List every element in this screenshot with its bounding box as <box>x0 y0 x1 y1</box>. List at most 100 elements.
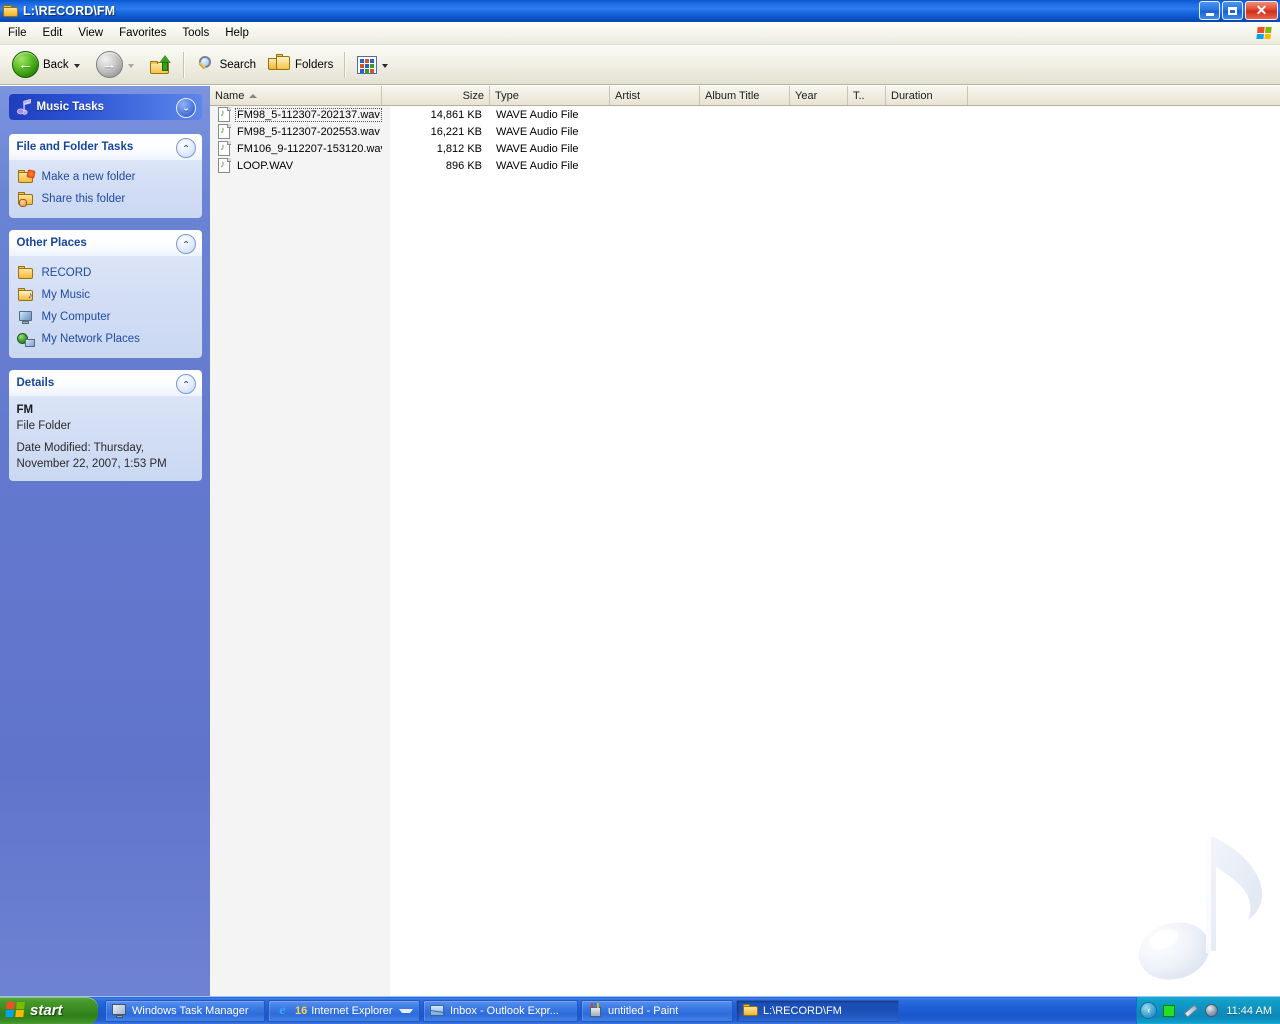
table-row[interactable]: ♪ FM106_9-112207-153120.wav 1,812 KB WAV… <box>210 140 1280 157</box>
folders-label: Folders <box>295 58 334 71</box>
cell-size: 896 KB <box>445 159 482 172</box>
menu-view[interactable]: View <box>70 25 111 41</box>
back-arrow-icon: ← <box>12 51 39 78</box>
maximize-button[interactable] <box>1222 1 1243 20</box>
explorer-window: L:\RECORD\FM ✕ File Edit View Favorites … <box>0 0 1280 1024</box>
file-list-pane[interactable]: Name Size Type Artist Album Title Year T… <box>210 86 1280 996</box>
column-header-size[interactable]: Size <box>382 86 490 105</box>
table-row[interactable]: ♪ FM98_5-112307-202137.wav 14,861 KB WAV… <box>210 106 1280 123</box>
speaker-icon[interactable] <box>1205 1003 1220 1018</box>
menu-file[interactable]: File <box>0 25 35 41</box>
views-icon <box>357 55 378 74</box>
internet-explorer-icon: e <box>279 1003 286 1018</box>
task-label: My Computer <box>41 311 111 323</box>
close-button[interactable]: ✕ <box>1245 1 1278 20</box>
panel-music-tasks: Music Tasks ⌄ <box>8 94 202 120</box>
column-header-artist[interactable]: Artist <box>610 86 700 105</box>
place-my-network-places[interactable]: My Network Places <box>16 329 194 349</box>
panel-other-places-header[interactable]: Other Places ⌃ <box>8 230 202 256</box>
taskbar-button-explorer-window[interactable]: L:\RECORD\FM <box>736 999 899 1022</box>
search-icon <box>196 55 216 75</box>
title-bar[interactable]: L:\RECORD\FM ✕ <box>0 0 1280 22</box>
music-note-watermark <box>1122 825 1272 990</box>
task-pane: Music Tasks ⌄ File and Folder Tasks ⌃ Ma… <box>0 86 210 996</box>
back-button[interactable]: ← Back <box>6 47 90 83</box>
panel-other-places: Other Places ⌃ RECORD ♪ My Music My Comp… <box>8 230 202 358</box>
panel-file-and-folder-tasks-body: Make a new folder Share this folder <box>8 160 202 218</box>
panel-other-places-title: Other Places <box>16 237 87 249</box>
task-make-a-new-folder[interactable]: Make a new folder <box>17 167 194 187</box>
toolbar-separator-2 <box>344 51 347 78</box>
task-share-this-folder[interactable]: Share this folder <box>17 189 194 209</box>
task-label: My Network Places <box>41 333 140 345</box>
details-modified-line1: Date Modified: Thursday, <box>16 442 144 455</box>
panel-file-and-folder-tasks-header[interactable]: File and Folder Tasks ⌃ <box>8 134 202 160</box>
menu-help[interactable]: Help <box>217 25 257 41</box>
tray-expand-icon[interactable]: ‹ <box>1140 1002 1158 1019</box>
menu-tools[interactable]: Tools <box>174 25 217 41</box>
panel-details-body: FM File Folder Date Modified: Thursday, … <box>8 396 202 482</box>
chevron-up-icon[interactable]: ⌃ <box>175 374 196 394</box>
chevron-up-icon[interactable]: ⌃ <box>175 234 196 254</box>
place-my-computer[interactable]: My Computer <box>17 307 194 327</box>
up-button[interactable] <box>144 47 178 83</box>
search-button[interactable]: Search <box>190 47 262 83</box>
forward-button[interactable]: → <box>90 47 144 83</box>
column-header-track[interactable]: T.. <box>848 86 886 105</box>
column-header-type[interactable]: Type <box>490 86 610 105</box>
close-icon: ✕ <box>1255 2 1268 18</box>
views-dropdown-icon[interactable] <box>382 63 389 68</box>
table-row[interactable]: ♪ FM98_5-112307-202553.wav 16,221 KB WAV… <box>210 123 1280 140</box>
search-label: Search <box>219 58 257 71</box>
back-dropdown-icon[interactable] <box>73 63 80 68</box>
chevron-down-icon[interactable] <box>399 1008 413 1013</box>
share-folder-icon <box>17 191 35 207</box>
task-label: My Music <box>41 289 91 301</box>
wave-audio-file-icon: ♪ <box>218 141 231 156</box>
column-header-album-title[interactable]: Album Title <box>700 86 790 105</box>
panel-file-and-folder-tasks: File and Folder Tasks ⌃ Make a new folde… <box>8 134 202 218</box>
place-my-music[interactable]: ♪ My Music <box>17 285 194 305</box>
taskbar-button-internet-explorer[interactable]: e 16 Internet Explorer <box>268 999 420 1022</box>
column-header-duration[interactable]: Duration <box>886 86 968 105</box>
folders-button[interactable]: Folders <box>262 47 339 83</box>
column-header-filler <box>968 86 1278 105</box>
pen-icon[interactable] <box>1184 1003 1199 1018</box>
panel-music-tasks-title: Music Tasks <box>36 101 105 113</box>
taskbar-button-windows-task-manager[interactable]: Windows Task Manager <box>105 999 265 1022</box>
green-square-icon[interactable] <box>1163 1003 1178 1018</box>
column-label: Year <box>795 89 818 102</box>
column-label: T.. <box>853 89 865 102</box>
taskbar: start Windows Task Manager e 16 Internet… <box>0 996 1280 1024</box>
place-record[interactable]: RECORD <box>17 263 194 283</box>
panel-music-tasks-header[interactable]: Music Tasks ⌄ <box>8 94 202 120</box>
taskbar-button-label: Inbox - Outlook Expr... <box>450 1004 559 1017</box>
task-manager-icon <box>112 1003 127 1018</box>
panel-details-header[interactable]: Details ⌃ <box>8 370 202 396</box>
minimize-button[interactable] <box>1199 1 1220 20</box>
forward-dropdown-icon[interactable] <box>127 63 134 68</box>
menu-favorites[interactable]: Favorites <box>111 25 174 41</box>
start-button[interactable]: start <box>0 996 98 1024</box>
details-name: FM <box>16 404 34 416</box>
chevron-down-icon[interactable]: ⌄ <box>175 98 196 118</box>
taskbar-button-label: untitled - Paint <box>608 1004 679 1017</box>
column-header-row: Name Size Type Artist Album Title Year T… <box>210 86 1280 106</box>
menu-edit[interactable]: Edit <box>35 25 71 41</box>
table-row[interactable]: ♪ LOOP.WAV 896 KB WAVE Audio File <box>210 157 1280 174</box>
clock[interactable]: 11:44 AM <box>1226 1005 1272 1017</box>
cell-type: WAVE Audio File <box>496 125 579 138</box>
wave-audio-file-icon: ♪ <box>218 107 231 122</box>
taskbar-button-count: 16 <box>295 1004 308 1017</box>
chevron-up-icon[interactable]: ⌃ <box>175 138 196 158</box>
taskbar-button-untitled-paint[interactable]: untitled - Paint <box>581 999 733 1022</box>
panel-details: Details ⌃ FM File Folder Date Modified: … <box>8 370 202 482</box>
my-music-folder-icon: ♪ <box>17 287 35 303</box>
column-header-year[interactable]: Year <box>790 86 848 105</box>
back-label: Back <box>43 58 69 71</box>
views-button[interactable] <box>351 47 398 83</box>
taskbar-button-inbox-outlook-express[interactable]: Inbox - Outlook Expr... <box>423 999 578 1022</box>
file-name: FM106_9-112207-153120.wav <box>237 142 382 155</box>
file-rows: ♪ FM98_5-112307-202137.wav 14,861 KB WAV… <box>210 106 1280 174</box>
column-header-name[interactable]: Name <box>210 86 382 105</box>
